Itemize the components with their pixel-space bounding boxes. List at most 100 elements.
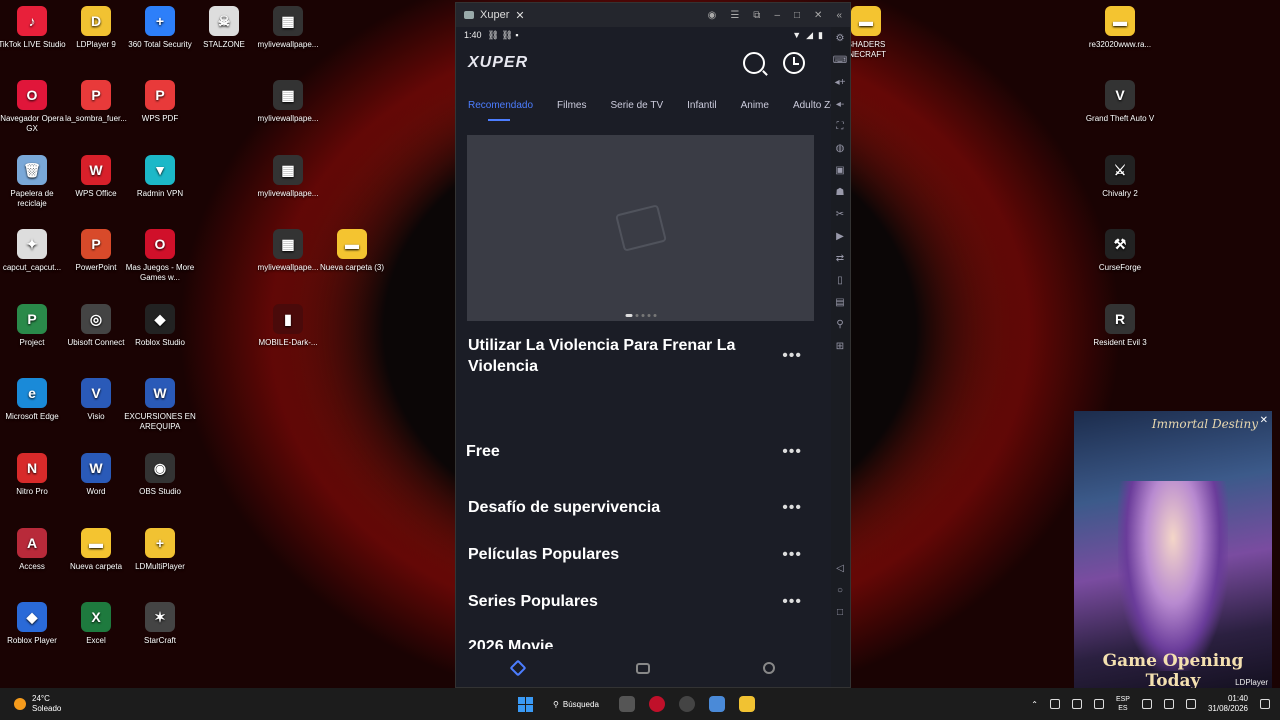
scissors-icon[interactable]: ✂ xyxy=(836,209,844,220)
screen-record-icon[interactable]: ▣ xyxy=(835,165,844,176)
desktop-icon[interactable]: A Access xyxy=(0,528,68,572)
tray-app-icon[interactable] xyxy=(1049,699,1060,709)
desktop-icon[interactable]: ◎ Ubisoft Connect xyxy=(60,304,132,348)
ldplayer-taskbar-icon[interactable] xyxy=(738,696,755,712)
desktop-icon[interactable]: ⚔ Chivalry 2 xyxy=(1084,155,1156,199)
desktop-icon[interactable]: ▮ MOBILE-Dark-... xyxy=(252,304,324,348)
account-icon[interactable]: ◉ xyxy=(708,10,717,21)
more-options-icon[interactable]: ••• xyxy=(782,347,802,365)
close-window-icon[interactable]: ✕ xyxy=(814,10,822,21)
desktop-icon[interactable]: ▦ mylivewallpape... xyxy=(252,229,324,273)
tab-serie-de-tv[interactable]: Serie de TV xyxy=(611,100,664,111)
desktop-icon[interactable]: V Visio xyxy=(60,378,132,422)
network-icon[interactable] xyxy=(1141,699,1152,709)
notifications-icon[interactable] xyxy=(1260,699,1270,709)
apk-icon[interactable]: ◍ xyxy=(836,143,845,154)
desktop-icon[interactable]: ▦ mylivewallpape... xyxy=(252,80,324,124)
close-ad-icon[interactable]: ✕ xyxy=(1260,415,1268,426)
tab-filmes[interactable]: Filmes xyxy=(557,100,586,111)
tab-infantil[interactable]: Infantil xyxy=(687,100,716,111)
tab-adulto[interactable]: Adulto Zon xyxy=(793,100,831,111)
tab-recomendado[interactable]: Recomendado xyxy=(468,100,533,121)
desktop-icon[interactable]: ✶ StarCraft xyxy=(124,602,196,646)
pip-icon[interactable]: ⧉ xyxy=(753,10,760,21)
battery-tray-icon[interactable] xyxy=(1185,699,1196,709)
folder-icon[interactable]: ▤ xyxy=(835,297,844,308)
home-icon[interactable] xyxy=(509,659,527,677)
desktop-icon[interactable]: ▼ Radmin VPN xyxy=(124,155,196,199)
desktop-icon[interactable]: P WPS PDF xyxy=(124,80,196,124)
desktop-icon[interactable]: ⚒ CurseForge xyxy=(1084,229,1156,273)
language-indicator[interactable]: ESP ES xyxy=(1116,695,1130,713)
home-circle-icon[interactable]: ○ xyxy=(837,585,843,596)
chrome-taskbar-icon[interactable] xyxy=(678,696,695,712)
desktop-icon[interactable]: P PowerPoint xyxy=(60,229,132,273)
desktop-icon[interactable]: W WPS Office xyxy=(60,155,132,199)
search-icon[interactable] xyxy=(743,52,765,74)
minimize-icon[interactable]: – xyxy=(774,10,780,21)
volume-up-icon[interactable]: ◂+ xyxy=(835,77,846,88)
desktop-icon[interactable]: W EXCURSIONES EN AREQUIPA xyxy=(124,378,196,432)
history-icon[interactable] xyxy=(783,52,805,74)
keyboard-icon[interactable]: ⌨ xyxy=(833,55,847,66)
speaker-icon[interactable] xyxy=(1163,699,1174,709)
settings-taskbar-icon[interactable] xyxy=(708,696,725,712)
game-ad[interactable]: Immortal Destiny ✕ Game Opening Today LD… xyxy=(1074,411,1272,689)
desktop-icon[interactable]: N Nitro Pro xyxy=(0,453,68,497)
more-options-icon[interactable]: ••• xyxy=(782,443,802,461)
rotate-icon[interactable]: ▯ xyxy=(837,275,843,286)
sync-icon[interactable]: ⇄ xyxy=(836,253,844,264)
volume-icon[interactable] xyxy=(1093,699,1104,709)
tab-close-icon[interactable]: ✕ xyxy=(515,9,524,22)
desktop-icon[interactable]: O Navegador Opera GX xyxy=(0,80,68,134)
start-button[interactable] xyxy=(518,696,533,712)
settings-icon[interactable]: ⚙ xyxy=(836,33,845,44)
desktop-icon[interactable]: W Word xyxy=(60,453,132,497)
desktop-icon[interactable]: P Project xyxy=(0,304,68,348)
desktop-icon[interactable]: X Excel xyxy=(60,602,132,646)
robot-icon[interactable]: ☗ xyxy=(836,187,845,198)
location-icon[interactable]: ⚲ xyxy=(836,319,843,330)
desktop-icon[interactable]: ◉ OBS Studio xyxy=(124,453,196,497)
desktop-icon[interactable]: D LDPlayer 9 xyxy=(60,6,132,50)
screenshot-icon[interactable]: ⛶ xyxy=(837,121,844,132)
desktop-icon[interactable]: ▬ re32020www.ra... xyxy=(1084,6,1156,50)
tab-anime[interactable]: Anime xyxy=(741,100,769,111)
desktop-icon[interactable]: +360 Total Security xyxy=(124,6,196,50)
volume-down-icon[interactable]: ◂- xyxy=(836,99,844,110)
taskbar-search[interactable]: ⚲ Búsqueda xyxy=(547,700,605,709)
desktop-icon[interactable]: ✦ capcut_capcut... xyxy=(0,229,68,273)
desktop-icon[interactable]: R Resident Evil 3 xyxy=(1084,304,1156,348)
taskbar-clock[interactable]: 01:40 31/08/2026 xyxy=(1208,694,1248,714)
task-view-icon[interactable] xyxy=(618,696,635,712)
tray-chevron-icon[interactable]: ⌃ xyxy=(1031,700,1038,709)
recents-icon[interactable]: □ xyxy=(837,607,843,618)
desktop-icon[interactable]: ♪ TikTok LIVE Studio xyxy=(0,6,68,50)
desktop-icon[interactable]: e Microsoft Edge xyxy=(0,378,68,422)
chat-icon[interactable] xyxy=(636,662,651,674)
more-options-icon[interactable]: ••• xyxy=(782,499,802,517)
desktop-icon[interactable]: ◆ Roblox Player xyxy=(0,602,68,646)
desktop-icon[interactable]: ☠ STALZONE xyxy=(188,6,260,50)
featured-banner[interactable] xyxy=(467,135,814,321)
microphone-icon[interactable] xyxy=(1071,699,1082,709)
weather-widget[interactable]: 24°C Soleado xyxy=(0,694,61,714)
more-options-icon[interactable]: ••• xyxy=(782,546,802,564)
desktop-icon[interactable]: Pla_sombra_fuer... xyxy=(60,80,132,124)
collapse-icon[interactable]: « xyxy=(836,10,842,21)
multi-window-icon[interactable]: ⊞ xyxy=(836,341,844,352)
more-options-icon[interactable]: ••• xyxy=(782,593,802,611)
video-icon[interactable]: ▶ xyxy=(836,231,844,242)
desktop-icon[interactable]: ▬ Nueva carpeta xyxy=(60,528,132,572)
menu-icon[interactable]: ☰ xyxy=(730,10,739,21)
desktop-icon[interactable]: ▦ mylivewallpape... xyxy=(252,155,324,199)
profile-icon[interactable] xyxy=(762,662,775,674)
desktop-icon[interactable]: V Grand Theft Auto V xyxy=(1084,80,1156,124)
desktop-icon[interactable]: O Mas Juegos - More Games w... xyxy=(124,229,196,283)
desktop-icon[interactable]: ▬ Nueva carpeta (3) xyxy=(316,229,388,273)
desktop-icon[interactable]: + LDMultiPlayer xyxy=(124,528,196,572)
maximize-icon[interactable]: □ xyxy=(794,10,800,21)
opera-gx-taskbar-icon[interactable] xyxy=(648,696,665,712)
emulator-tab[interactable]: Xuper ✕ xyxy=(464,9,525,22)
back-icon[interactable]: ◁ xyxy=(836,563,844,574)
